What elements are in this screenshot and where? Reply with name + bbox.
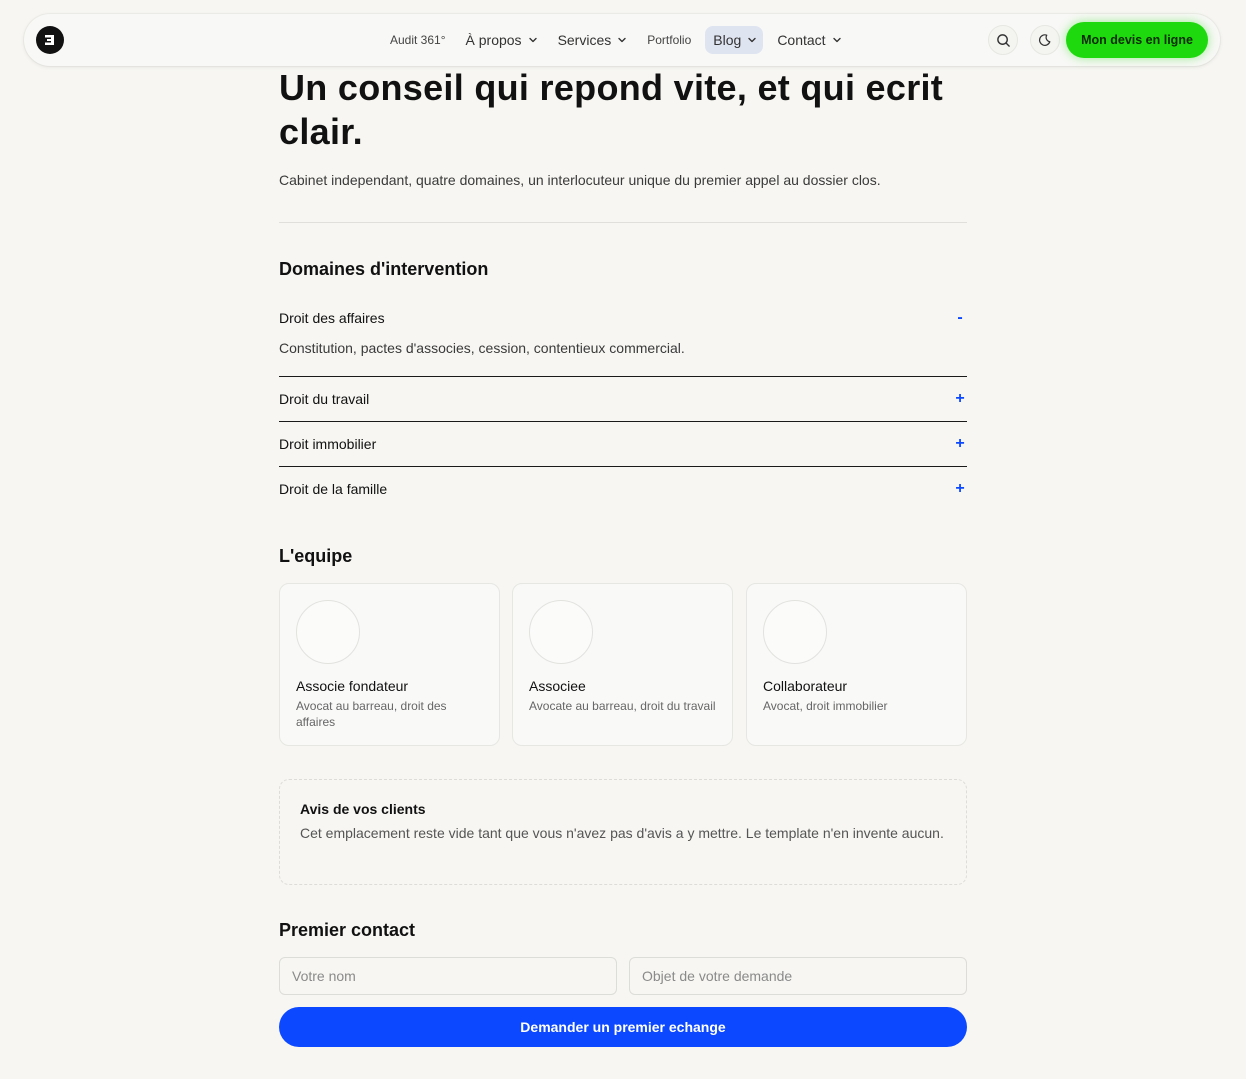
chevron-down-icon — [832, 35, 842, 45]
expand-icon[interactable]: + — [953, 435, 967, 453]
subject-input[interactable] — [629, 957, 967, 995]
nav-item-label: Blog — [713, 32, 742, 48]
team-title: L'equipe — [279, 546, 353, 566]
member-role: Avocat au barreau, droit des affaires — [296, 699, 447, 729]
accordion-header[interactable]: Droit du travail + — [279, 389, 967, 409]
divider — [279, 421, 967, 422]
nav-item-label: Contact — [777, 32, 826, 48]
nav-item-portfolio[interactable]: Portfolio — [637, 26, 701, 54]
accordion-content: Constitution, pactes d'associes, cession… — [279, 340, 685, 356]
avatar — [296, 600, 360, 664]
member-name: Associe fondateur — [296, 678, 409, 694]
nav-item-propos[interactable]: À propos — [456, 26, 548, 54]
top-navbar: Audit 361° À propos Services Portfolio Blog C… — [24, 14, 1220, 66]
chevron-down-icon — [528, 35, 538, 45]
nav-item-label: Portfolio — [647, 33, 692, 47]
chevron-down-icon — [747, 35, 757, 45]
accordion-label: Droit immobilier — [279, 436, 377, 452]
domains-title: Domaines d'intervention — [279, 259, 489, 279]
name-input[interactable] — [279, 957, 617, 995]
accordion-item-affaires: Droit des affaires - Constitution, pacte… — [279, 308, 967, 356]
main-nav: Audit 361° À propos Services Portfolio Blog C… — [380, 14, 852, 66]
expand-icon[interactable]: + — [953, 480, 967, 498]
member-role: Avocat, droit immobilier — [763, 699, 888, 713]
accordion-label: Droit de la famille — [279, 481, 388, 497]
theme-toggle-button[interactable] — [1030, 25, 1060, 55]
moon-icon — [1039, 34, 1051, 46]
expand-icon[interactable]: + — [953, 390, 967, 408]
team-card: Associee Avocate au barreau, droit du tr… — [512, 583, 733, 746]
member-role: Avocate au barreau, droit du travail — [529, 699, 716, 713]
accordion-header[interactable]: Droit immobilier + — [279, 434, 967, 454]
nav-item-blog[interactable]: Blog — [705, 26, 764, 54]
accordion-header[interactable]: Droit de la famille + — [279, 479, 967, 499]
reviews-placeholder: Avis de vos clients Cet emplacement rest… — [279, 779, 967, 885]
team-card: Associe fondateur Avocat au barreau, dro… — [279, 583, 500, 746]
search-button[interactable] — [988, 25, 1018, 55]
collapse-icon[interactable]: - — [953, 309, 967, 327]
reviews-title: Avis de vos clients — [300, 801, 426, 817]
submit-button[interactable]: Demander un premier echange — [279, 1007, 967, 1047]
nav-item-contact[interactable]: Contact — [767, 26, 851, 54]
team-card: Collaborateur Avocat, droit immobilier — [746, 583, 967, 746]
accordion-item-travail[interactable]: Droit du travail + — [279, 389, 967, 409]
accordion-header[interactable]: Droit des affaires - — [279, 308, 967, 328]
member-name: Associee — [529, 678, 586, 694]
accordion-item-famille[interactable]: Droit de la famille + — [279, 479, 967, 499]
quote-cta-button[interactable]: Mon devis en ligne — [1066, 22, 1208, 58]
page-subtitle: Cabinet independant, quatre domaines, un… — [279, 172, 881, 188]
chevron-down-icon — [617, 35, 627, 45]
reviews-text: Cet emplacement reste vide tant que vous… — [300, 825, 944, 841]
divider — [279, 466, 967, 467]
nav-item-label: Services — [557, 32, 612, 48]
accordion-label: Droit du travail — [279, 391, 370, 407]
nav-item-audit-361[interactable]: Audit 361° — [380, 26, 456, 54]
logo-icon[interactable] — [36, 26, 64, 54]
divider — [279, 222, 967, 223]
avatar — [529, 600, 593, 664]
member-name: Collaborateur — [763, 678, 848, 694]
search-icon — [996, 33, 1010, 47]
page-title: Un conseil qui repond vite, et qui ecrit… — [279, 67, 944, 152]
divider — [279, 376, 967, 377]
accordion-label: Droit des affaires — [279, 310, 385, 326]
contact-title: Premier contact — [279, 920, 416, 940]
nav-item-label: À propos — [465, 32, 522, 48]
avatar — [763, 600, 827, 664]
nav-item-label: Audit 361° — [390, 33, 446, 47]
accordion-item-immobilier[interactable]: Droit immobilier + — [279, 434, 967, 454]
nav-item-services[interactable]: Services — [548, 26, 638, 54]
